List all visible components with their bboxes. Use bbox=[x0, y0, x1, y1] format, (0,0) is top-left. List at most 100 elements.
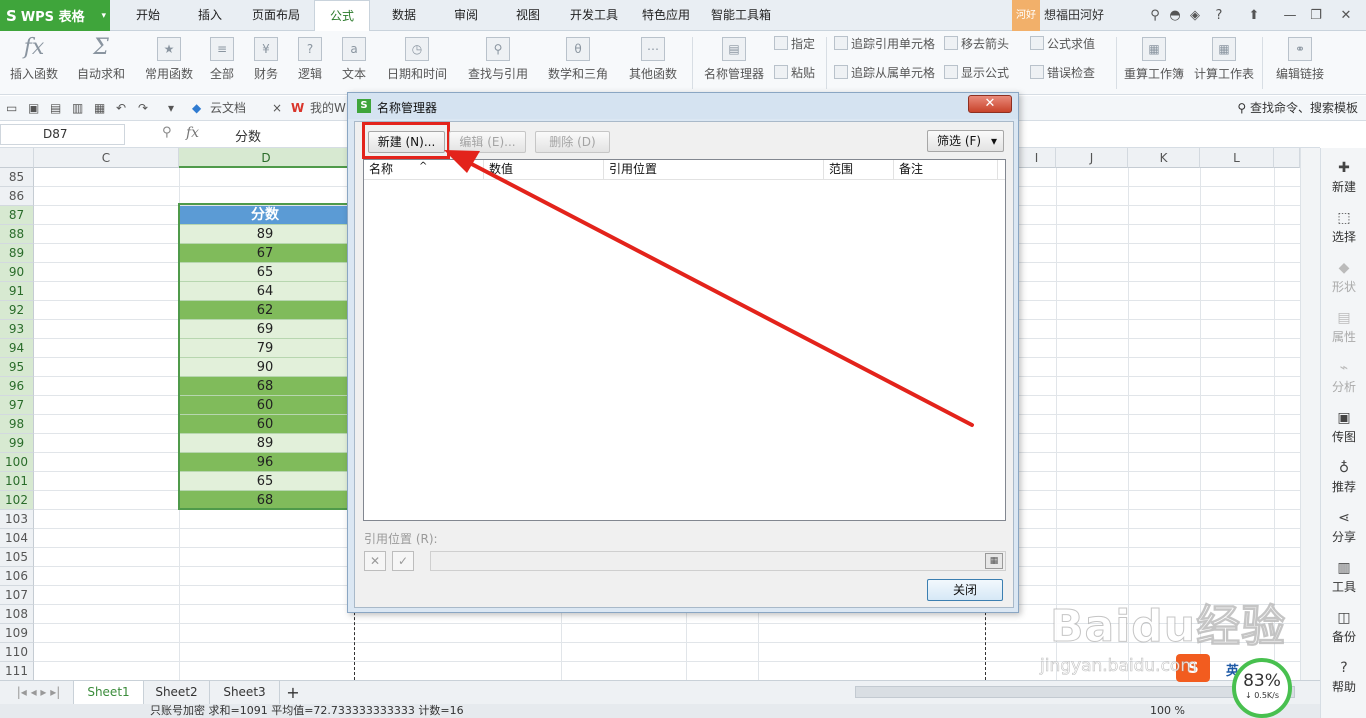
row-header[interactable]: 93 bbox=[0, 320, 34, 339]
row-header[interactable]: 101 bbox=[0, 472, 34, 491]
score-header-cell[interactable]: 分数 bbox=[179, 206, 351, 225]
calc-sheet-button[interactable]: ▦ 计算工作表 bbox=[1192, 31, 1256, 95]
column-header-d[interactable]: D bbox=[179, 148, 354, 168]
names-list[interactable]: 名称 ^ 数值 引用位置 范围 备注 bbox=[363, 159, 1006, 521]
score-cell[interactable]: 96 bbox=[179, 453, 351, 472]
score-cell[interactable]: 65 bbox=[179, 263, 351, 282]
theme-icon[interactable]: ◓ bbox=[1166, 0, 1184, 31]
insert-function-button[interactable]: fx 插入函数 bbox=[6, 31, 62, 95]
row-header[interactable]: 88 bbox=[0, 225, 34, 244]
finance-functions-button[interactable]: ¥ 财务 bbox=[248, 31, 284, 95]
score-cell[interactable]: 65 bbox=[179, 472, 351, 491]
tab-review[interactable]: 审阅 bbox=[442, 0, 490, 31]
redo-icon[interactable]: ↷ bbox=[138, 99, 148, 118]
common-functions-button[interactable]: ★ 常用函数 bbox=[138, 31, 200, 95]
col-refers-to[interactable]: 引用位置 bbox=[604, 160, 824, 179]
evaluate-formula-button[interactable]: 公式求值 bbox=[1030, 33, 1095, 55]
add-sheet-button[interactable]: + bbox=[280, 681, 306, 704]
row-header[interactable]: 104 bbox=[0, 529, 34, 548]
user-name[interactable]: 想福田河好 bbox=[1044, 0, 1104, 31]
column-header-k[interactable]: K bbox=[1128, 148, 1200, 168]
score-cell[interactable]: 79 bbox=[179, 339, 351, 358]
tab-insert[interactable]: 插入 bbox=[184, 0, 236, 31]
col-value[interactable]: 数值 bbox=[484, 160, 604, 179]
cloud-docs-tab[interactable]: 云文档 bbox=[210, 99, 246, 118]
panel-item[interactable]: ♁ 推荐 bbox=[1321, 460, 1366, 495]
panel-item[interactable]: ? 帮助 bbox=[1321, 660, 1366, 695]
column-header-m[interactable] bbox=[1274, 148, 1300, 168]
panel-item[interactable]: ✚ 新建 bbox=[1321, 160, 1366, 195]
wps-logo-menu[interactable]: S WPS 表格 ▾ bbox=[0, 0, 110, 31]
feedback-icon[interactable]: ◈ bbox=[1186, 0, 1204, 31]
horizontal-scrollbar[interactable] bbox=[855, 686, 1295, 698]
auto-sum-button[interactable]: Σ 自动求和 bbox=[70, 31, 132, 95]
tab-page-layout[interactable]: 页面布局 bbox=[246, 0, 306, 31]
row-header[interactable]: 111 bbox=[0, 662, 34, 680]
zoom-level[interactable]: 100 % bbox=[1150, 704, 1185, 718]
sheet-tab-2[interactable]: Sheet2 bbox=[144, 681, 210, 704]
print-preview-icon[interactable]: ▥ bbox=[72, 99, 83, 118]
refers-to-input[interactable]: ▦ bbox=[430, 551, 1006, 571]
dialog-close-button[interactable]: ✕ bbox=[968, 95, 1012, 113]
row-header[interactable]: 106 bbox=[0, 567, 34, 586]
row-header[interactable]: 98 bbox=[0, 415, 34, 434]
panel-item[interactable]: ⬚ 选择 bbox=[1321, 210, 1366, 245]
tab-developer[interactable]: 开发工具 bbox=[562, 0, 626, 31]
search-command-box[interactable]: ⚲ 查找命令、搜索模板 bbox=[1237, 99, 1358, 118]
tab-special[interactable]: 特色应用 bbox=[634, 0, 698, 31]
score-cell[interactable]: 62 bbox=[179, 301, 351, 320]
dialog-title-bar[interactable]: S 名称管理器 ✕ bbox=[348, 93, 1018, 119]
error-check-button[interactable]: 错误检查 bbox=[1030, 62, 1095, 84]
panel-item[interactable]: ▣ 传图 bbox=[1321, 410, 1366, 445]
row-header[interactable]: 110 bbox=[0, 643, 34, 662]
tab-view[interactable]: 视图 bbox=[504, 0, 552, 31]
panel-item[interactable]: ▥ 工具 bbox=[1321, 560, 1366, 595]
panel-item[interactable]: ◫ 备份 bbox=[1321, 610, 1366, 645]
close-tab-icon[interactable]: × bbox=[272, 99, 282, 118]
upload-icon[interactable]: ⬆ bbox=[1244, 0, 1264, 31]
row-header[interactable]: 100 bbox=[0, 453, 34, 472]
score-cell[interactable]: 67 bbox=[179, 244, 351, 263]
row-header[interactable]: 103 bbox=[0, 510, 34, 529]
score-cell[interactable]: 68 bbox=[179, 491, 351, 510]
col-name[interactable]: 名称 ^ bbox=[364, 160, 484, 179]
trace-dependents-button[interactable]: 追踪从属单元格 bbox=[834, 62, 935, 84]
row-header[interactable]: 90 bbox=[0, 263, 34, 282]
col-scope[interactable]: 范围 bbox=[824, 160, 894, 179]
text-functions-button[interactable]: a 文本 bbox=[336, 31, 372, 95]
close-button[interactable]: 关闭 bbox=[927, 579, 1003, 601]
select-all-corner[interactable] bbox=[0, 148, 34, 168]
paste-names-button[interactable]: 粘贴 bbox=[774, 62, 815, 84]
network-speed-widget[interactable]: 83% ↓ 0.5K/s bbox=[1232, 658, 1292, 718]
column-header-i[interactable]: I bbox=[1018, 148, 1056, 168]
col-comment[interactable]: 备注 bbox=[894, 160, 998, 179]
sheet-tab-3[interactable]: Sheet3 bbox=[210, 681, 280, 704]
tab-home[interactable]: 开始 bbox=[122, 0, 174, 31]
my-wps-tab[interactable]: 我的W bbox=[310, 99, 346, 118]
row-header[interactable]: 97 bbox=[0, 396, 34, 415]
window-close-icon[interactable]: ✕ bbox=[1336, 0, 1356, 31]
row-header[interactable]: 85 bbox=[0, 168, 34, 187]
sheet-nav-arrows[interactable]: |◂ ◂ ▸ ▸| bbox=[4, 681, 74, 704]
export-icon[interactable]: ▤ bbox=[50, 99, 61, 118]
panel-item[interactable]: ◆ 形状 bbox=[1321, 260, 1366, 295]
score-cell[interactable]: 68 bbox=[179, 377, 351, 396]
row-header[interactable]: 96 bbox=[0, 377, 34, 396]
fx-icon[interactable]: fx bbox=[186, 125, 199, 141]
column-header-c[interactable]: C bbox=[34, 148, 179, 168]
remove-arrows-button[interactable]: 移去箭头 bbox=[944, 33, 1009, 55]
score-cell[interactable]: 89 bbox=[179, 225, 351, 244]
row-header[interactable]: 91 bbox=[0, 282, 34, 301]
score-cell[interactable]: 60 bbox=[179, 396, 351, 415]
other-functions-button[interactable]: ⋯ 其他函数 bbox=[622, 31, 684, 95]
lookup-functions-button[interactable]: ⚲ 查找与引用 bbox=[462, 31, 534, 95]
name-manager-button[interactable]: ▤ 名称管理器 bbox=[700, 31, 768, 95]
confirm-edit-icon[interactable]: ✓ bbox=[392, 551, 414, 571]
logic-functions-button[interactable]: ? 逻辑 bbox=[292, 31, 328, 95]
score-cell[interactable]: 69 bbox=[179, 320, 351, 339]
score-cell[interactable]: 64 bbox=[179, 282, 351, 301]
skin-icon[interactable]: ⚲ bbox=[1146, 0, 1164, 31]
customize-dropdown-icon[interactable]: ▾ bbox=[168, 99, 174, 118]
minimize-icon[interactable]: — bbox=[1280, 0, 1300, 31]
edit-name-button[interactable]: 编辑 (E)... bbox=[449, 131, 526, 153]
